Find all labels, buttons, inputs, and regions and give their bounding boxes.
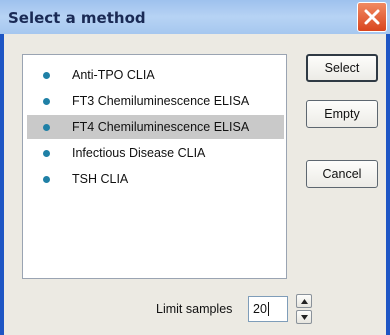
list-item[interactable]: Infectious Disease CLIA	[27, 141, 284, 165]
spin-up-button[interactable]	[296, 294, 312, 308]
select-method-dialog: Select a method Anti-TPO CLIA FT3 Chemil…	[0, 0, 390, 335]
list-item-label: Infectious Disease CLIA	[72, 146, 206, 160]
list-item[interactable]: TSH CLIA	[27, 167, 284, 191]
bullet-icon	[43, 123, 50, 131]
limit-samples-label: Limit samples	[156, 302, 233, 316]
list-item-label: TSH CLIA	[72, 172, 129, 186]
select-button[interactable]: Select	[306, 54, 378, 82]
list-item-label: FT4 Chemiluminescence ELISA	[72, 120, 250, 134]
window-title: Select a method	[8, 9, 146, 27]
text-caret	[267, 302, 269, 316]
close-button[interactable]	[357, 2, 387, 32]
limit-samples-value: 20	[253, 302, 267, 316]
bullet-icon	[43, 97, 50, 105]
list-item[interactable]: FT3 Chemiluminescence ELISA	[27, 89, 284, 113]
empty-button[interactable]: Empty	[306, 100, 378, 128]
limit-samples-spinner	[296, 294, 312, 324]
title-bar[interactable]: Select a method	[0, 0, 390, 34]
spin-down-button[interactable]	[296, 310, 312, 324]
arrow-down-icon	[300, 314, 308, 320]
bullet-icon	[43, 149, 50, 157]
dialog-body: Anti-TPO CLIA FT3 Chemiluminescence ELIS…	[4, 34, 386, 335]
list-item-label: FT3 Chemiluminescence ELISA	[72, 94, 250, 108]
bullet-icon	[43, 71, 50, 79]
list-item-label: Anti-TPO CLIA	[72, 68, 155, 82]
cancel-button[interactable]: Cancel	[306, 160, 378, 188]
list-item-selected[interactable]: FT4 Chemiluminescence ELISA	[27, 115, 284, 139]
list-item[interactable]: Anti-TPO CLIA	[27, 63, 284, 87]
arrow-up-icon	[300, 298, 308, 304]
close-icon	[364, 9, 380, 25]
bullet-icon	[43, 175, 50, 183]
method-list[interactable]: Anti-TPO CLIA FT3 Chemiluminescence ELIS…	[22, 54, 287, 279]
limit-samples-input[interactable]: 20	[248, 296, 288, 322]
